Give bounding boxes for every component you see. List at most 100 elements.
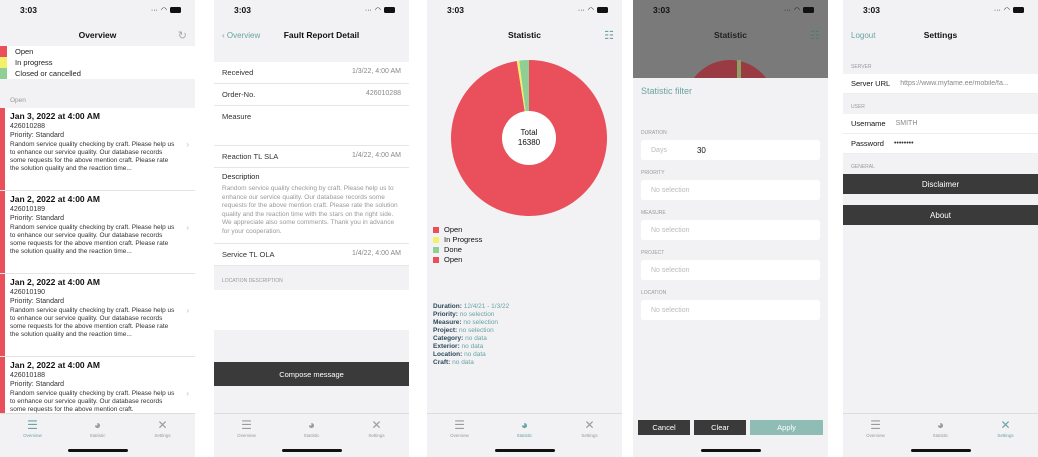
section-header-open: Open <box>10 97 26 104</box>
tab-settings[interactable]: ✕ Settings <box>565 419 615 438</box>
location-label: LOCATION DESCRIPTION <box>214 265 409 290</box>
logout-button[interactable]: Logout <box>851 31 875 40</box>
home-indicator <box>700 449 761 452</box>
list-item[interactable]: Jan 2, 2022 at 4:00 AM 426010189 Priorit… <box>0 191 195 274</box>
location-select[interactable]: No selection <box>641 300 820 320</box>
chart-legend: Open In Progress Done Open <box>433 225 482 265</box>
chevron-right-icon: › <box>186 223 189 232</box>
filter-buttons: Cancel Clear Apply <box>633 420 828 435</box>
pie-chart-svg: Total 16380 <box>451 60 607 216</box>
tab-statistic[interactable]: ◕ Statistic <box>73 419 123 438</box>
disclaimer-button[interactable]: Disclaimer <box>843 174 1038 194</box>
priority-label: PRIORITY <box>641 170 665 176</box>
refresh-icon[interactable]: ↻ <box>178 29 187 42</box>
status-icons: ··· ◠ <box>994 6 1024 14</box>
tab-overview[interactable]: ☰ Overview <box>851 419 901 438</box>
general-section-label: GENERAL <box>851 164 875 170</box>
project-select[interactable]: No selection <box>641 260 820 280</box>
legend-closed: Closed or cancelled <box>0 68 195 79</box>
username-row[interactable]: Username SMITH <box>843 114 1038 134</box>
tab-settings[interactable]: ✕ Settings <box>352 419 402 438</box>
legend-in-progress: In progress <box>0 57 195 68</box>
measure-select[interactable]: No selection <box>641 220 820 240</box>
username-field[interactable]: SMITH <box>896 120 918 127</box>
list-item[interactable]: Jan 2, 2022 at 4:00 AM 426010190 Priorit… <box>0 274 195 357</box>
home-indicator <box>494 449 555 452</box>
detail-screen: 3:03 ··· ◠ ‹ Overview Fault Report Detail… <box>214 0 409 457</box>
report-priority: Priority: Standard <box>10 298 65 305</box>
service-row: Service TL OLA 1/4/22, 4:00 AM <box>214 242 409 266</box>
about-button[interactable]: About <box>843 205 1038 225</box>
summary-row: Location: no data <box>433 351 486 358</box>
legend-item: Done <box>433 245 482 254</box>
page-title: Fault Report Detail <box>283 30 360 40</box>
summary-row: Craft: no data <box>433 359 474 366</box>
dimmed-pie <box>694 60 766 78</box>
filter-icon[interactable]: ☷ <box>604 29 614 42</box>
list-icon: ☰ <box>27 418 38 432</box>
home-indicator <box>281 449 342 452</box>
password-row[interactable]: Password •••••••• <box>843 134 1038 154</box>
compose-button[interactable]: Compose message <box>214 362 409 386</box>
wifi-icon: ◠ <box>793 7 800 14</box>
chevron-right-icon: › <box>186 389 189 398</box>
cancel-button[interactable]: Cancel <box>638 420 691 435</box>
status-bar-open <box>0 108 5 190</box>
tab-statistic[interactable]: ◕ Statistic <box>287 419 337 438</box>
list-icon: ☰ <box>454 418 465 432</box>
status-icons: ··· ◠ <box>578 6 608 14</box>
filter-icon[interactable]: ☷ <box>810 29 820 42</box>
location-label: LOCATION <box>641 290 667 296</box>
report-text: Random service quality checking by craft… <box>10 141 175 172</box>
clock: 3:03 <box>653 5 671 15</box>
apply-button[interactable]: Apply <box>750 420 823 435</box>
priority-select[interactable]: No selection <box>641 180 820 200</box>
clear-button[interactable]: Clear <box>694 420 747 435</box>
overview-screen: 3:03 ··· ◠ Overview ↻ Open In progress Cl… <box>0 0 195 457</box>
summary-duration: Duration: 12/4/21 - 1/3/22 <box>433 303 510 310</box>
status-bar: 3:03 ··· ◠ <box>214 0 409 20</box>
tab-overview[interactable]: ☰ Overview <box>222 419 272 438</box>
status-bar: 3:03 ··· ◠ <box>843 0 1038 20</box>
legend-swatch <box>0 68 7 79</box>
pie-chart-icon: ◕ <box>93 418 102 432</box>
tab-settings[interactable]: ✕ Settings <box>138 419 188 438</box>
chevron-right-icon: › <box>186 140 189 149</box>
password-field[interactable]: •••••••• <box>894 140 914 147</box>
tab-statistic[interactable]: ◕ Statistic <box>916 419 966 438</box>
back-button[interactable]: ‹ Overview <box>222 31 260 40</box>
status-legend: Open In progress Closed or cancelled <box>0 46 195 79</box>
pie-chart: Total 16380 <box>449 58 609 220</box>
settings-screen: 3:03 ··· ◠ Logout Settings SERVER Server … <box>843 0 1038 457</box>
legend-item: Open <box>433 255 482 264</box>
legend-swatch <box>433 226 439 233</box>
report-date: Jan 2, 2022 at 4:00 AM <box>10 360 100 370</box>
report-priority: Priority: Standard <box>10 381 65 388</box>
tab-statistic[interactable]: ◕ Statistic <box>500 419 550 438</box>
nav-bar: Statistic ☷ <box>427 24 622 46</box>
status-icons: ··· ◠ <box>151 6 181 14</box>
tab-overview[interactable]: ☰ Overview <box>435 419 485 438</box>
wifi-icon: ◠ <box>160 7 167 14</box>
wifi-icon: ◠ <box>374 7 381 14</box>
tab-overview[interactable]: ☰ Overview <box>8 419 58 438</box>
total-label: Total <box>521 128 538 137</box>
list-item[interactable]: Jan 3, 2022 at 4:00 AM 426010288 Priorit… <box>0 108 195 191</box>
pie-chart-icon: ◕ <box>520 418 529 432</box>
legend-swatch <box>433 246 439 253</box>
tools-icon: ✕ <box>157 418 168 432</box>
legend-item: Open <box>433 225 482 234</box>
clock: 3:03 <box>234 5 252 15</box>
filter-title: Statistic filter <box>641 86 693 96</box>
battery-icon <box>384 7 395 13</box>
tab-settings[interactable]: ✕ Settings <box>981 419 1031 438</box>
description-label: Description <box>222 172 260 181</box>
total-value: 16380 <box>518 138 541 147</box>
report-number: 426010190 <box>10 289 46 296</box>
server-url-field[interactable]: https://www.myfame.ee/mobile/fa... <box>900 80 1009 87</box>
server-url-row[interactable]: Server URL https://www.myfame.ee/mobile/f… <box>843 74 1038 94</box>
days-field[interactable]: Days 30 <box>641 140 820 160</box>
clock: 3:03 <box>447 5 465 15</box>
wifi-icon: ◠ <box>1003 7 1010 14</box>
report-priority: Priority: Standard <box>10 215 65 222</box>
